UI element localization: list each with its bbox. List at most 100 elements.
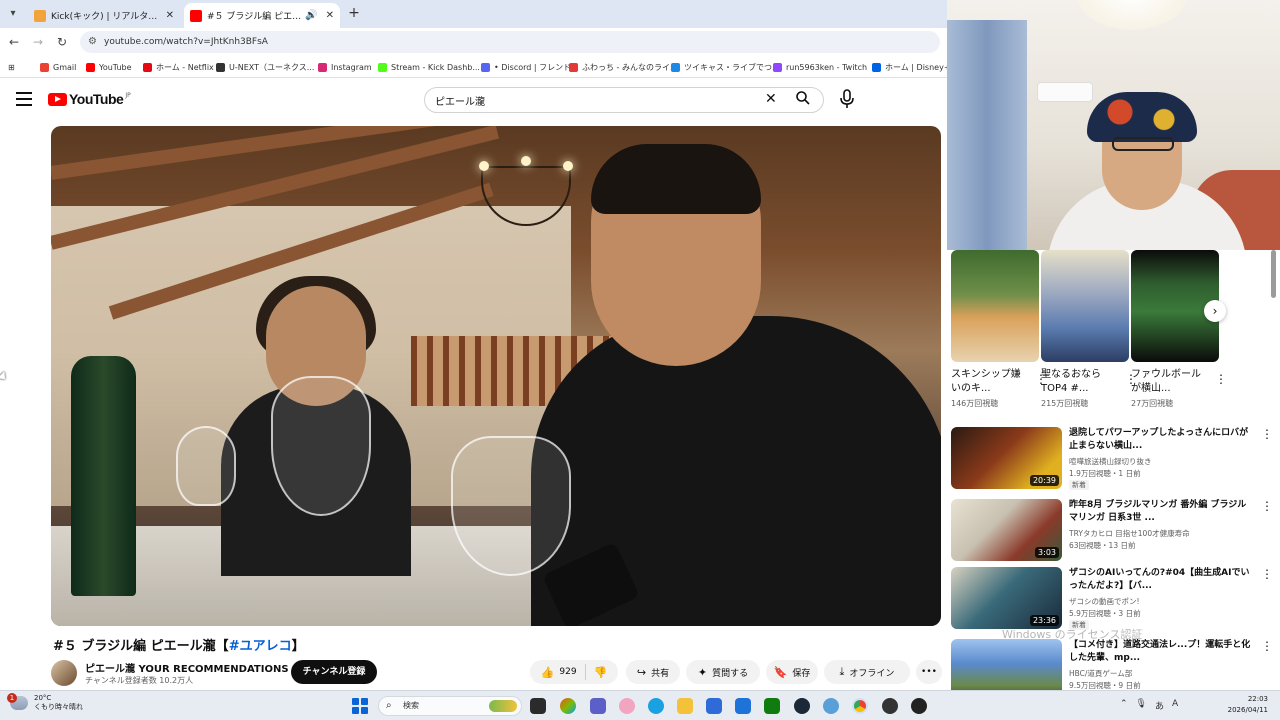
video-hashtag-link[interactable]: #ユアレコ <box>229 639 292 654</box>
channel-avatar[interactable] <box>51 660 77 686</box>
bookmark-netflix[interactable]: ホーム - Netflix <box>143 60 214 74</box>
channel-name[interactable]: TRYタカヒロ 目指せ100才健康寿命 <box>1069 528 1255 539</box>
taskbar-clock[interactable]: 22:03 2026/04/11 <box>1210 694 1268 716</box>
more-actions-button[interactable]: ••• <box>916 660 942 684</box>
video-title[interactable]: ザコシのAIいってんの?#04【曲生成AIでいったんだよ?】【バ... <box>1069 567 1255 593</box>
video-thumbnail[interactable] <box>951 639 1062 690</box>
recommended-video[interactable]: 【コメ付き】道路交通法レ...プ！運転手と化した先輩、mp... HBC/道頁ゲ… <box>951 639 1276 690</box>
bookmark-instagram[interactable]: Instagram <box>318 60 372 74</box>
ime-mode-indicator[interactable]: あ <box>1155 699 1164 712</box>
video-thumbnail[interactable]: 20:39 <box>951 427 1062 489</box>
shorts-title[interactable]: 聖なるおなら TOP4 #... <box>1041 368 1117 396</box>
like-count[interactable]: 929 <box>559 667 576 677</box>
tray-overflow-chevron-icon[interactable]: ⌃ <box>1120 699 1128 712</box>
shorts-next-chevron-icon[interactable]: › <box>1204 300 1226 322</box>
search-input[interactable]: ピエール瀧 <box>435 93 485 108</box>
back-arrow-icon[interactable]: ← <box>6 34 22 50</box>
recommended-video[interactable]: 3:03 昨年8月 ブラジルマリンガ 番外編 ブラジル マリンガ 日系3世 ..… <box>951 499 1276 565</box>
shorts-card[interactable]: 聖なるおなら TOP4 #... 215万回視聴 ⋮ <box>1041 250 1137 409</box>
task-view-icon[interactable] <box>530 698 546 714</box>
tray-mic-icon[interactable]: 🎙 <box>1136 699 1147 712</box>
windows-start-icon[interactable] <box>352 698 368 714</box>
close-tab-icon[interactable]: ✕ <box>166 10 174 21</box>
tab-search-chevron-icon[interactable]: ▾ <box>4 5 22 23</box>
forward-arrow-icon[interactable]: → <box>30 34 46 50</box>
video-thumbnail[interactable]: 3:03 <box>951 499 1062 561</box>
channel-name[interactable]: ザコシの動画でポン! <box>1069 596 1255 607</box>
outlook-icon[interactable] <box>735 698 751 714</box>
bookmark-kick[interactable]: Stream - Kick Dashb... <box>378 60 480 74</box>
taskbar-search-box[interactable]: ⌕ 検索 <box>378 696 522 716</box>
channel-name[interactable]: HBC/道頁ゲーム部 <box>1069 668 1255 679</box>
shorts-card[interactable]: ファウルボールが横山... 27万回視聴 ⋮ <box>1131 250 1227 409</box>
apps-grid-icon[interactable]: ⊞ <box>8 60 15 74</box>
bookmark-label: Instagram <box>331 62 372 72</box>
file-explorer-icon[interactable] <box>677 698 693 714</box>
site-info-icon[interactable]: ⚙ <box>88 31 97 53</box>
like-thumbs-up-icon[interactable]: 👍 <box>541 666 555 679</box>
shorts-card[interactable]: スキンシップ嫌いのキ... 146万回視聴 ⋮ <box>951 250 1047 409</box>
bookmark-unext[interactable]: U-NEXT（ユーネクス... <box>216 60 314 74</box>
shorts-thumbnail[interactable] <box>951 250 1039 362</box>
shorts-views: 27万回視聴 <box>1131 399 1174 408</box>
bookmark-gmail[interactable]: Gmail <box>40 60 76 74</box>
weather-widget[interactable]: 1 20°C くもり時々晴れ <box>7 693 83 712</box>
reload-icon[interactable]: ↻ <box>54 34 70 50</box>
share-button[interactable]: ↪ 共有 <box>626 660 680 684</box>
channel-name[interactable]: 喧嘩旅送横山録切り抜き <box>1069 456 1255 467</box>
app-icon[interactable] <box>823 698 839 714</box>
browser-tab-kick[interactable]: Kick(キック) | リアルタイムランキング ✕ <box>28 3 180 28</box>
webcam-person-glasses <box>1112 137 1174 151</box>
kebab-menu-icon[interactable]: ⋮ <box>1261 499 1273 513</box>
url-field[interactable]: ⚙ youtube.com/watch?v=JhtKnh3BFsA <box>80 31 940 53</box>
shorts-title[interactable]: ファウルボールが横山... <box>1131 368 1207 396</box>
kebab-menu-icon[interactable]: ⋮ <box>1261 567 1273 581</box>
chrome-icon[interactable] <box>852 698 868 714</box>
save-button[interactable]: 🔖 保存 <box>766 660 818 684</box>
video-player[interactable] <box>51 126 941 626</box>
video-title[interactable]: 退院してパワーアップしたよっさんにロバが止まらない横山... <box>1069 427 1255 453</box>
mouse-cursor-icon <box>0 371 9 383</box>
edge-icon[interactable] <box>648 698 664 714</box>
ask-button[interactable]: ✦ 質問する <box>686 660 760 684</box>
clear-search-icon[interactable]: ✕ <box>765 91 777 107</box>
bookmark-twitcasting[interactable]: ツイキャス・ライブでつ... <box>671 60 780 74</box>
kebab-menu-icon[interactable]: ⋮ <box>1261 427 1273 441</box>
bookmark-discord[interactable]: • Discord | フレンド <box>481 60 571 74</box>
shorts-thumbnail[interactable] <box>1041 250 1129 362</box>
search-box[interactable]: ピエール瀧 ✕ <box>424 87 824 113</box>
new-tab-plus-icon[interactable]: + <box>346 5 362 21</box>
youtube-logo[interactable]: YouTube JP <box>48 91 131 107</box>
copilot-icon[interactable] <box>560 698 576 714</box>
steam-icon[interactable] <box>794 698 810 714</box>
video-title[interactable]: 【コメ付き】道路交通法レ...プ！運転手と化した先輩、mp... <box>1069 639 1255 665</box>
browser-tab-youtube[interactable]: #５ ブラジル編 ピエール瀧【#ユ 🔊 ✕ <box>184 3 340 28</box>
kebab-menu-icon[interactable]: ⋮ <box>1261 639 1273 653</box>
close-tab-icon[interactable]: ✕ <box>326 10 334 21</box>
subscribe-button[interactable]: チャンネル登録 <box>291 660 377 684</box>
menu-hamburger-icon[interactable] <box>16 92 32 106</box>
scrollbar[interactable] <box>1271 250 1276 298</box>
store-icon[interactable] <box>706 698 722 714</box>
obs-icon[interactable] <box>882 698 898 714</box>
teams-icon[interactable] <box>590 698 606 714</box>
speaker-icon[interactable]: 🔊 <box>305 10 317 21</box>
bookmark-fuwacchi[interactable]: ふわっち - みんなのライ... <box>569 60 678 74</box>
recommended-video[interactable]: 20:39 退院してパワーアップしたよっさんにロバが止まらない横山... 喧嘩旅… <box>951 427 1276 493</box>
bookmark-youtube[interactable]: YouTube <box>86 60 132 74</box>
kebab-menu-icon[interactable]: ⋮ <box>1215 372 1227 386</box>
download-offline-button[interactable]: ⤓ オフライン <box>824 660 910 684</box>
voice-search-mic-icon[interactable] <box>838 88 856 110</box>
search-icon[interactable] <box>795 90 811 110</box>
recommended-video[interactable]: 23:36 ザコシのAIいってんの?#04【曲生成AIでいったんだよ?】【バ..… <box>951 567 1276 633</box>
input-language-indicator[interactable]: A <box>1172 699 1178 712</box>
bookmark-twitch[interactable]: run5963ken - Twitch <box>773 60 867 74</box>
video-thumbnail[interactable]: 23:36 <box>951 567 1062 629</box>
shorts-title[interactable]: スキンシップ嫌いのキ... <box>951 368 1027 396</box>
video-title[interactable]: 昨年8月 ブラジルマリンガ 番外編 ブラジル マリンガ 日系3世 ... <box>1069 499 1255 525</box>
xbox-icon[interactable] <box>764 698 780 714</box>
channel-name[interactable]: ピエール瀧 YOUR RECOMMENDATIONS <box>85 660 289 675</box>
app-icon[interactable] <box>619 698 635 714</box>
dislike-thumbs-down-icon[interactable]: 👎 <box>594 666 608 679</box>
media-player-icon[interactable] <box>911 698 927 714</box>
